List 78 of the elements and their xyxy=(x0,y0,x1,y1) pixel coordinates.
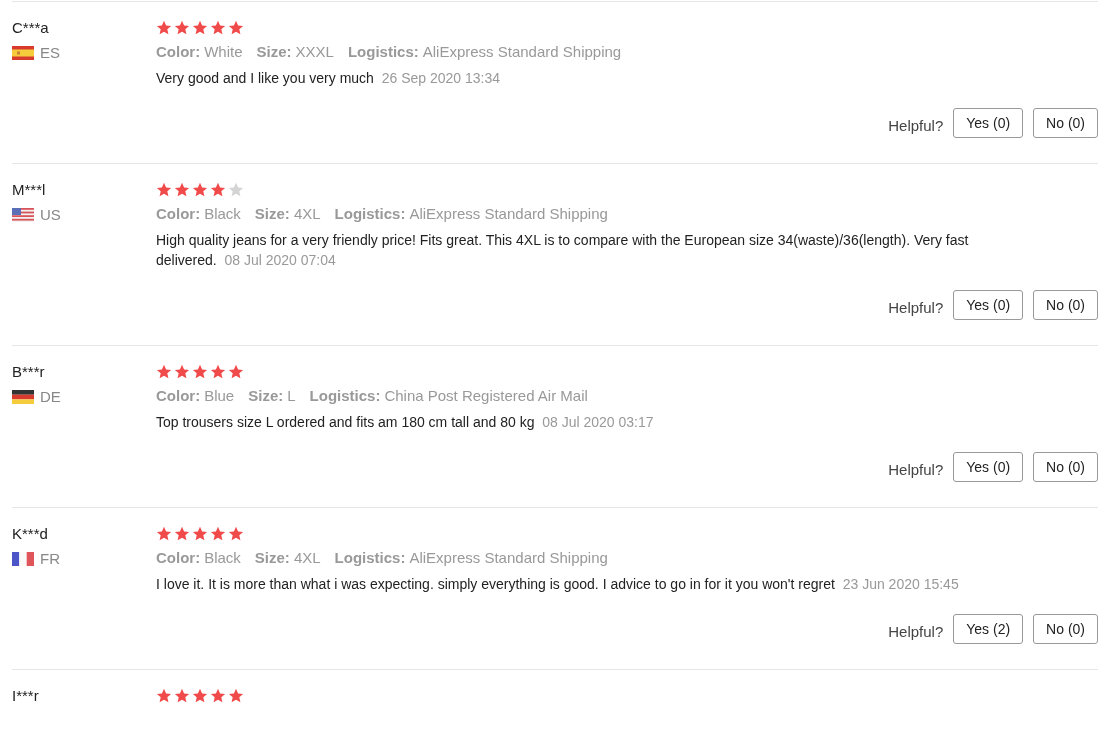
attribute-value: Blue xyxy=(204,387,235,404)
star-icon xyxy=(192,526,208,541)
flag-icon xyxy=(12,551,34,566)
helpful-label: Helpful? xyxy=(888,460,944,478)
reviewer-name: M***l xyxy=(12,181,46,198)
helpful-label: Helpful? xyxy=(888,298,944,316)
reviewer-name: B***r xyxy=(12,363,45,380)
vote-button[interactable]: Yes (0) xyxy=(953,452,1024,482)
star-icon xyxy=(228,688,244,703)
star-icon xyxy=(174,182,190,197)
attribute-value: XXXL xyxy=(295,43,334,60)
vote-button[interactable]: No (0) xyxy=(1033,290,1098,320)
attribute-value: White xyxy=(204,43,243,60)
star-icon xyxy=(156,182,172,197)
attribute-value: 4XL xyxy=(293,205,321,222)
review-text: Very good and I like you very much 26 Sep 2020 13:34 xyxy=(156,69,502,88)
reviewer-name: I***r xyxy=(12,687,39,704)
attribute-label: Logistics: xyxy=(309,387,381,404)
attribute-label: Color: xyxy=(156,387,201,404)
attribute-value: L xyxy=(287,387,296,404)
attribute-value: Black xyxy=(204,549,241,566)
star-icon xyxy=(174,526,190,541)
star-icon xyxy=(210,20,226,35)
review-text: Top trousers size L ordered and fits am 180 cm tall and 80 kg 08 Jul 2020 03:17 xyxy=(156,413,655,432)
vote-button[interactable]: No (0) xyxy=(1033,452,1098,482)
star-icon xyxy=(228,364,244,379)
attribute-label: Color: xyxy=(156,43,201,60)
star-icon xyxy=(174,364,190,379)
attribute-label: Size: xyxy=(248,387,284,404)
flag-icon xyxy=(12,207,34,222)
star-icon xyxy=(228,182,244,197)
attribute-value: AliExpress Standard Shipping xyxy=(409,205,608,222)
star-icon xyxy=(174,20,190,35)
star-icon xyxy=(210,526,226,541)
vote-button[interactable]: No (0) xyxy=(1033,614,1098,644)
star-icon xyxy=(210,364,226,379)
star-icon xyxy=(156,20,172,35)
attribute-label: Color: xyxy=(156,205,201,222)
country-code: US xyxy=(40,206,61,223)
country-code: ES xyxy=(40,44,60,61)
helpful-label: Helpful? xyxy=(888,116,944,134)
reviewer-name: C***a xyxy=(12,19,49,36)
star-icon xyxy=(228,20,244,35)
star-icon xyxy=(156,526,172,541)
country-code: DE xyxy=(40,388,61,405)
star-icon xyxy=(210,182,226,197)
country-code: FR xyxy=(40,550,60,567)
helpful-label: Helpful? xyxy=(888,622,944,640)
vote-button[interactable]: Yes (0) xyxy=(953,108,1024,138)
star-icon xyxy=(192,182,208,197)
reviewer-name: K***d xyxy=(12,525,48,542)
attribute-value: 4XL xyxy=(293,549,321,566)
review-text: I love it. It is more than what i was expecting. simply everything is good. I advice to go in for it you won't regret 23 Jun 2020 15:45 xyxy=(156,575,960,594)
star-icon xyxy=(174,688,190,703)
star-icon xyxy=(156,688,172,703)
star-icon xyxy=(192,364,208,379)
star-icon xyxy=(210,688,226,703)
attribute-value: AliExpress Standard Shipping xyxy=(409,549,608,566)
vote-button[interactable]: Yes (2) xyxy=(953,614,1024,644)
attribute-label: Size: xyxy=(254,549,290,566)
star-icon xyxy=(192,688,208,703)
vote-button[interactable]: No (0) xyxy=(1033,108,1098,138)
attribute-value: China Post Registered Air Mail xyxy=(384,387,588,404)
attribute-value: AliExpress Standard Shipping xyxy=(422,43,622,60)
attribute-label: Size: xyxy=(254,205,290,222)
attribute-label: Logistics: xyxy=(347,43,419,60)
review-text: High quality jeans for a very friendly price! Fits great. This 4XL is to compare with the European size 34(waste)/36(length). Very fast delivered. 08 Jul 2020 07:04 xyxy=(156,231,970,270)
star-icon xyxy=(192,20,208,35)
attribute-label: Size: xyxy=(256,43,292,60)
vote-button[interactable]: Yes (0) xyxy=(953,290,1024,320)
attribute-label: Logistics: xyxy=(334,549,406,566)
star-icon xyxy=(156,364,172,379)
attribute-label: Logistics: xyxy=(334,205,406,222)
flag-icon xyxy=(12,389,34,404)
star-icon xyxy=(228,526,244,541)
flag-icon xyxy=(12,45,34,60)
attribute-label: Color: xyxy=(156,549,201,566)
attribute-value: Black xyxy=(204,205,241,222)
